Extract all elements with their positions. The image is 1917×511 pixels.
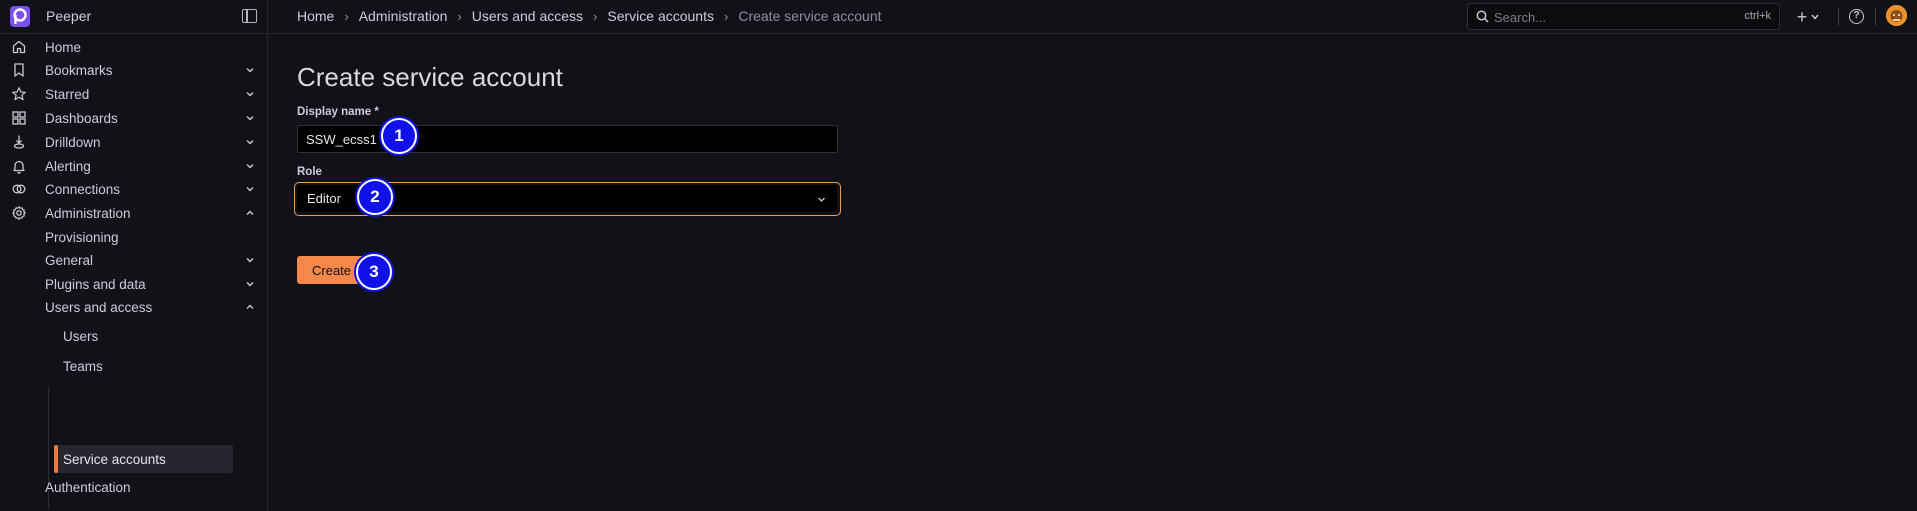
- avatar[interactable]: [1886, 5, 1907, 26]
- chevron-down-icon[interactable]: [245, 184, 255, 194]
- dashboards-grid-icon: [12, 111, 26, 125]
- star-icon: [12, 87, 26, 101]
- drilldown-icon: [13, 135, 25, 149]
- sidebar-item-label: Teams: [63, 358, 103, 374]
- breadcrumb-service-accounts[interactable]: Service accounts: [607, 8, 714, 24]
- sidebar-item-label: General: [45, 252, 94, 268]
- create-button[interactable]: Create: [297, 256, 365, 284]
- annotation-badge-1: 1: [381, 118, 417, 154]
- chevron-down-icon[interactable]: [245, 161, 255, 171]
- sidebar-item-label: Administration: [45, 205, 131, 221]
- divider: [1838, 8, 1839, 26]
- sidebar-item-label: Service accounts: [63, 451, 166, 467]
- app-logo-icon[interactable]: [10, 6, 30, 27]
- chevron-right-icon: ›: [344, 8, 349, 24]
- sidebar-item-teams[interactable]: Teams: [0, 352, 268, 380]
- sidebar-item-label: Users and access: [45, 299, 153, 315]
- sidebar-item-users-and-access[interactable]: Users and access: [0, 293, 268, 321]
- chevron-up-icon[interactable]: [245, 208, 255, 218]
- sidebar-item-label: Home: [45, 39, 82, 55]
- sidebar-item-label: Bookmarks: [45, 62, 113, 78]
- plus-icon: +: [1796, 7, 1808, 27]
- breadcrumb-administration[interactable]: Administration: [359, 8, 448, 24]
- sidebar-item-users[interactable]: Users: [0, 322, 268, 350]
- sidebar-item-label: Connections: [45, 181, 121, 197]
- annotation-badge-2: 2: [357, 179, 393, 215]
- dock-menu-icon[interactable]: [242, 9, 257, 23]
- role-select-value: Editor: [307, 191, 341, 206]
- bookmark-icon: [14, 63, 24, 77]
- chevron-right-icon: ›: [457, 8, 462, 24]
- sidebar-item-label: Dashboards: [45, 110, 118, 126]
- brand-area: Peeper: [0, 0, 268, 34]
- sidebar-item-label: Drilldown: [45, 134, 101, 150]
- chevron-down-icon[interactable]: [245, 137, 255, 147]
- new-menu-button[interactable]: +: [1792, 6, 1824, 28]
- sidebar-item-service-accounts[interactable]: Service accounts: [0, 445, 268, 473]
- user-avatar-icon: [1886, 5, 1907, 26]
- sidebar-item-label: Alerting: [45, 158, 91, 174]
- search-icon: [1476, 10, 1489, 23]
- display-name-label: Display name *: [297, 106, 379, 118]
- chevron-right-icon: ›: [593, 8, 598, 24]
- sidebar-item-label: Provisioning: [45, 229, 119, 245]
- chevron-down-icon: [818, 197, 825, 202]
- breadcrumb-users-and-access[interactable]: Users and access: [472, 8, 583, 24]
- bell-icon: [13, 160, 25, 174]
- chevron-down-icon: [1811, 14, 1819, 20]
- help-icon[interactable]: ?: [1849, 9, 1864, 24]
- chevron-down-icon[interactable]: [245, 65, 255, 75]
- breadcrumb-current-page: Create service account: [738, 8, 882, 24]
- top-bar: Peeper Home › Administration › Users and…: [0, 0, 1917, 34]
- sidebar-item-label: Plugins and data: [45, 276, 146, 292]
- sidebar-item-label: Starred: [45, 86, 90, 102]
- role-label: Role: [297, 166, 322, 178]
- sidebar-item-authentication[interactable]: Authentication: [0, 473, 268, 501]
- chevron-right-icon: ›: [723, 8, 729, 24]
- divider: [1875, 8, 1876, 26]
- chevron-down-icon[interactable]: [245, 113, 255, 123]
- chevron-down-icon[interactable]: [245, 89, 255, 99]
- chevron-down-icon[interactable]: [245, 279, 255, 289]
- sidebar: Home Bookmarks Starred Dashboards Drilld…: [0, 34, 268, 511]
- chevron-down-icon[interactable]: [245, 255, 255, 265]
- display-name-field[interactable]: [297, 125, 838, 153]
- home-icon: [12, 40, 26, 54]
- sidebar-item-label: Authentication: [45, 479, 131, 495]
- connections-icon: [12, 184, 26, 194]
- sidebar-item-label: Users: [63, 328, 99, 344]
- search-input[interactable]: Search... ctrl+k: [1467, 3, 1780, 30]
- breadcrumb: Home › Administration › Users and access…: [297, 8, 882, 24]
- search-shortcut: ctrl+k: [1744, 10, 1771, 22]
- gear-icon: [12, 206, 26, 220]
- breadcrumb-home[interactable]: Home: [297, 8, 334, 24]
- chevron-up-icon[interactable]: [245, 302, 255, 312]
- page-title: Create service account: [297, 62, 563, 92]
- search-placeholder: Search...: [1494, 10, 1547, 25]
- app-name: Peeper: [46, 8, 92, 24]
- annotation-badge-3: 3: [356, 254, 392, 290]
